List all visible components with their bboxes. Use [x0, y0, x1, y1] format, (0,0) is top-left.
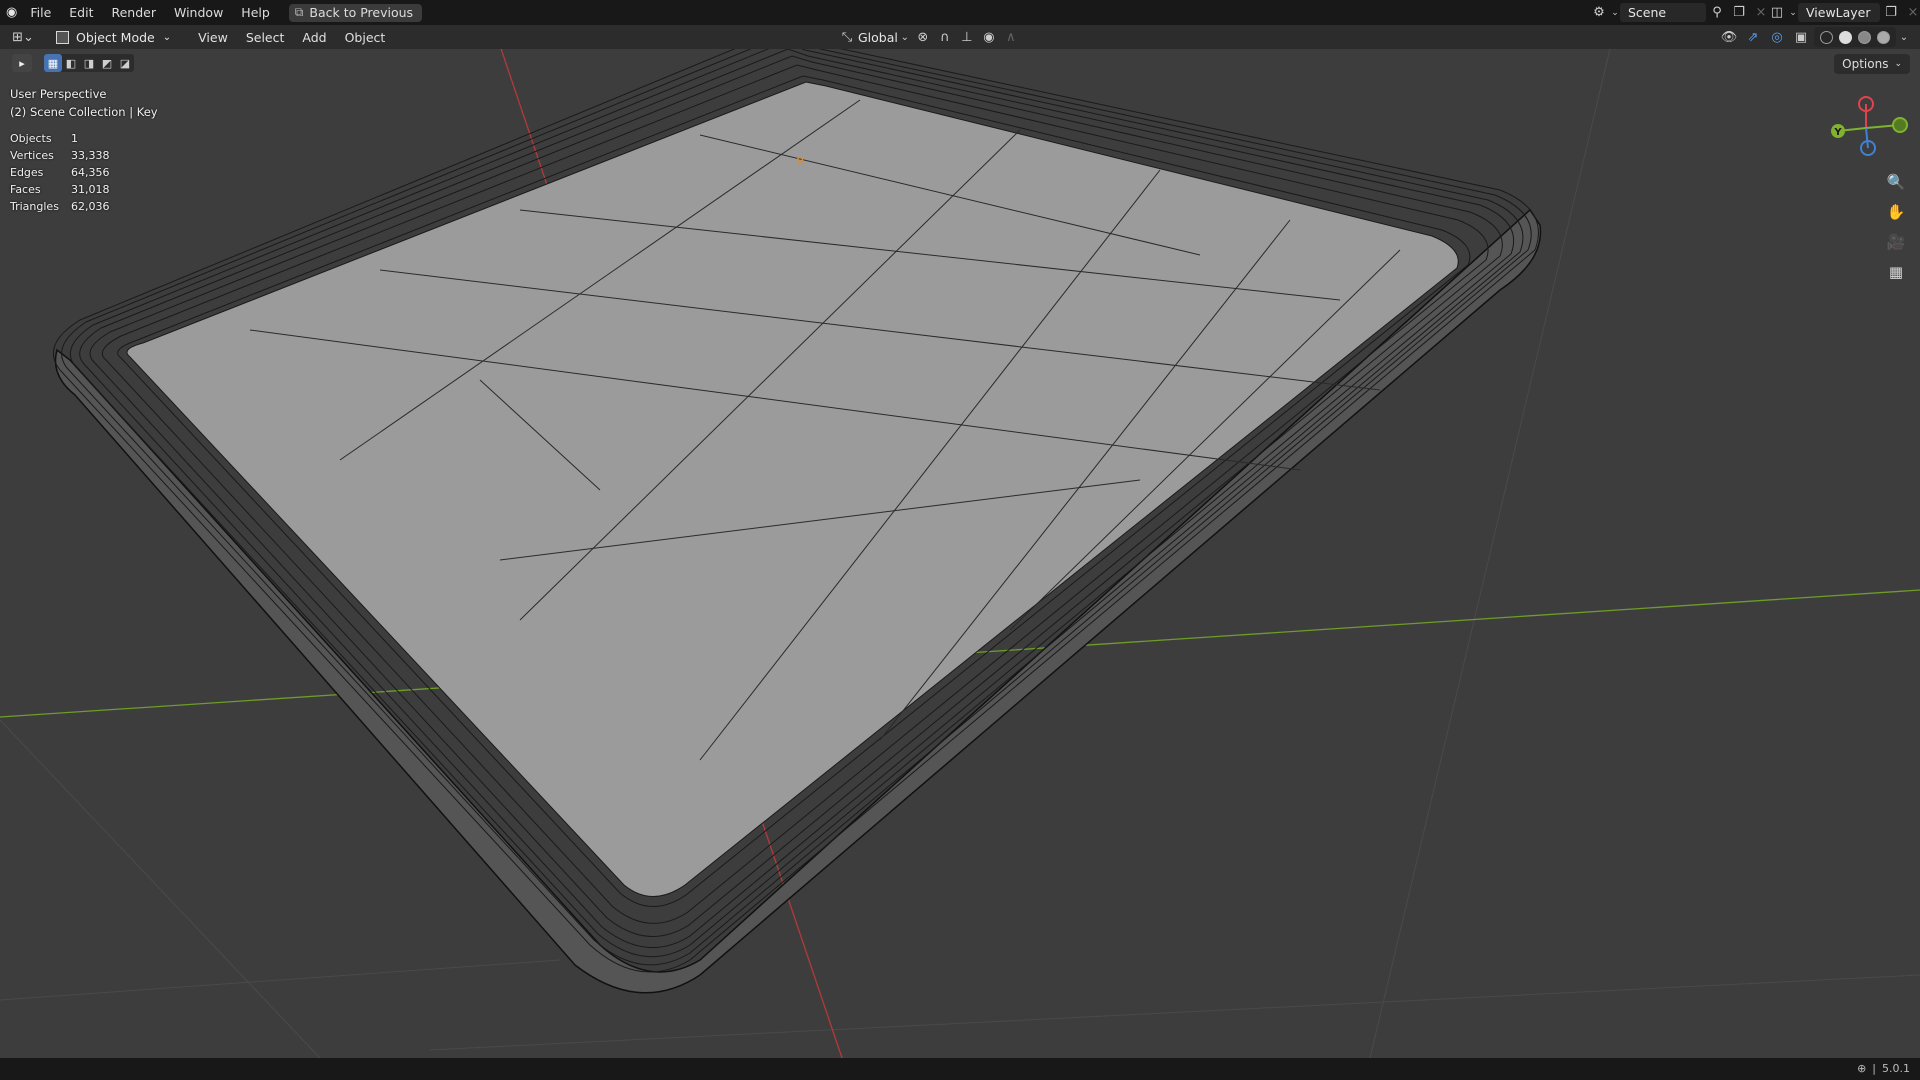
- new-scene-icon[interactable]: ❐: [1728, 3, 1750, 22]
- select-box-tool-icon[interactable]: ▸: [12, 54, 32, 72]
- options-label: Options: [1842, 57, 1889, 71]
- view-layer-icon: ◫: [1770, 5, 1784, 20]
- scene-icon: ⚙: [1593, 5, 1605, 20]
- gizmo-toggle-icon[interactable]: ⇗: [1742, 27, 1764, 47]
- back-icon: ⧉: [294, 5, 304, 19]
- object-mode-label: Object Mode: [76, 29, 155, 45]
- menu-view[interactable]: View: [189, 30, 237, 45]
- scene-selector[interactable]: ⚙ ⌄ Scene ⚲ ❐ ×: [1588, 3, 1772, 22]
- stat-row: Triangles 62,036: [10, 198, 110, 215]
- select-new-icon[interactable]: ▦: [44, 54, 62, 72]
- collection-label: (2) Scene Collection | Key: [10, 105, 158, 119]
- navigation-gizmo[interactable]: Y: [1820, 90, 1910, 170]
- stat-label: Faces: [10, 183, 41, 196]
- scene-statistics: Objects 1 Vertices 33,338 Edges 64,356 Face…: [10, 130, 110, 215]
- snap-icon[interactable]: ∩: [934, 27, 956, 47]
- menu-help[interactable]: Help: [232, 5, 279, 20]
- blender-logo-icon[interactable]: ◉: [6, 5, 17, 20]
- object-mode-icon: [56, 30, 69, 44]
- scene-name: Scene: [1628, 5, 1667, 20]
- stat-row: Faces 31,018: [10, 181, 110, 198]
- camera-view-icon[interactable]: 🎥: [1882, 230, 1910, 254]
- proportional-edit-icon[interactable]: ◉: [978, 27, 1000, 47]
- xray-toggle-icon[interactable]: ▣: [1790, 27, 1812, 47]
- editor-type-icon[interactable]: ⊞⌄: [8, 27, 38, 47]
- chevron-down-icon: ⌄: [1894, 59, 1902, 69]
- stat-row: Edges 64,356: [10, 164, 110, 181]
- new-view-layer-icon[interactable]: ❐: [1880, 3, 1902, 22]
- select-extend-icon[interactable]: ◧: [62, 54, 80, 72]
- perspective-grid-icon[interactable]: ▦: [1882, 260, 1910, 284]
- menu-select[interactable]: Select: [237, 30, 294, 45]
- stat-value: 1: [71, 132, 78, 145]
- menu-object[interactable]: Object: [336, 30, 395, 45]
- 3d-viewport[interactable]: [0, 49, 1920, 1058]
- chevron-down-icon: ⌄: [1789, 7, 1797, 18]
- version-info: ⊕ | 5.0.1: [1857, 1062, 1910, 1075]
- view-layer-name-field[interactable]: ViewLayer: [1798, 3, 1880, 22]
- wireframe-shading-icon[interactable]: [1820, 30, 1833, 44]
- viewport-display-tools: 👁 ⇗ ◎ ▣ ⌄: [1718, 27, 1910, 47]
- material-shading-icon[interactable]: [1858, 30, 1871, 44]
- viewport-info-overlay: User Perspective (2) Scene Collection | …: [10, 85, 158, 121]
- stat-row: Vertices 33,338: [10, 147, 110, 164]
- back-to-previous-label: Back to Previous: [309, 5, 414, 20]
- select-tool-row: ▸ ▦ ◧ ◨ ◩ ◪: [12, 53, 134, 73]
- select-subtract-icon[interactable]: ◨: [80, 54, 98, 72]
- menu-edit[interactable]: Edit: [60, 5, 102, 20]
- transform-orientation-dropdown[interactable]: Global: [858, 30, 898, 45]
- perspective-label: User Perspective: [10, 87, 107, 101]
- view-layer-name: ViewLayer: [1806, 5, 1871, 20]
- stat-label: Triangles: [10, 200, 59, 213]
- select-invert-icon[interactable]: ◩: [98, 54, 116, 72]
- version-label: 5.0.1: [1882, 1062, 1910, 1075]
- shading-modes: [1814, 27, 1896, 47]
- selection-mode-group: ▦ ◧ ◨ ◩ ◪: [44, 54, 134, 72]
- transform-orientation-icon: ⤡: [841, 29, 853, 45]
- stat-value: 31,018: [71, 183, 110, 196]
- menu-file[interactable]: File: [21, 5, 60, 20]
- stat-row: Objects 1: [10, 130, 110, 147]
- pin-icon[interactable]: ⚲: [1706, 3, 1728, 22]
- options-dropdown[interactable]: Options ⌄: [1834, 54, 1910, 74]
- chevron-down-icon: ⌄: [1611, 7, 1619, 18]
- visibility-icon[interactable]: 👁: [1718, 27, 1740, 47]
- select-intersect-icon[interactable]: ◪: [116, 54, 134, 72]
- solid-shading-icon[interactable]: [1839, 30, 1852, 44]
- viewport-nav-buttons: 🔍 ✋ 🎥 ▦: [1882, 170, 1910, 284]
- separator: |: [1872, 1062, 1876, 1075]
- viewport-header: ⊞⌄ Object Mode ⌄ View Select Add Object …: [0, 25, 1920, 49]
- zoom-icon[interactable]: 🔍: [1882, 170, 1910, 194]
- chevron-down-icon: ⌄: [900, 31, 910, 43]
- network-icon: ⊕: [1857, 1062, 1867, 1075]
- pan-hand-icon[interactable]: ✋: [1882, 200, 1910, 224]
- pivot-point-icon[interactable]: ⊗: [912, 27, 934, 47]
- back-to-previous-button[interactable]: ⧉ Back to Previous: [288, 3, 423, 22]
- menu-window[interactable]: Window: [165, 5, 232, 20]
- gizmo-neg-y-axis: [1892, 117, 1908, 133]
- menu-add[interactable]: Add: [293, 30, 335, 45]
- status-bar: ⊕ | 5.0.1: [0, 1058, 1920, 1080]
- stat-label: Edges: [10, 166, 44, 179]
- transform-tools: ⤡ Global ⌄ ⊗ ∩ ⊥ ◉ ∧: [836, 27, 1022, 47]
- close-view-layer-icon[interactable]: ×: [1902, 3, 1920, 22]
- chevron-down-icon[interactable]: ⌄: [1898, 27, 1910, 47]
- gizmo-y-label: Y: [1833, 127, 1842, 138]
- stat-label: Objects: [10, 132, 52, 145]
- chevron-down-icon: ⌄: [162, 31, 172, 43]
- menu-render[interactable]: Render: [102, 5, 165, 20]
- stat-value: 62,036: [71, 200, 110, 213]
- stat-label: Vertices: [10, 149, 54, 162]
- top-bar: ◉ File Edit Render Window Help ⧉ Back to…: [0, 0, 1920, 25]
- overlay-toggle-icon[interactable]: ◎: [1766, 27, 1788, 47]
- stat-value: 64,356: [71, 166, 110, 179]
- rendered-shading-icon[interactable]: [1877, 30, 1890, 44]
- snap-target-icon[interactable]: ⊥: [956, 27, 978, 47]
- scene-name-field[interactable]: Scene: [1620, 3, 1706, 22]
- falloff-icon[interactable]: ∧: [1000, 27, 1022, 47]
- object-mode-dropdown[interactable]: Object Mode ⌄: [52, 27, 179, 47]
- stat-value: 33,338: [71, 149, 110, 162]
- view-layer-selector[interactable]: ◫ ⌄ ViewLayer ❐ ×: [1766, 3, 1920, 22]
